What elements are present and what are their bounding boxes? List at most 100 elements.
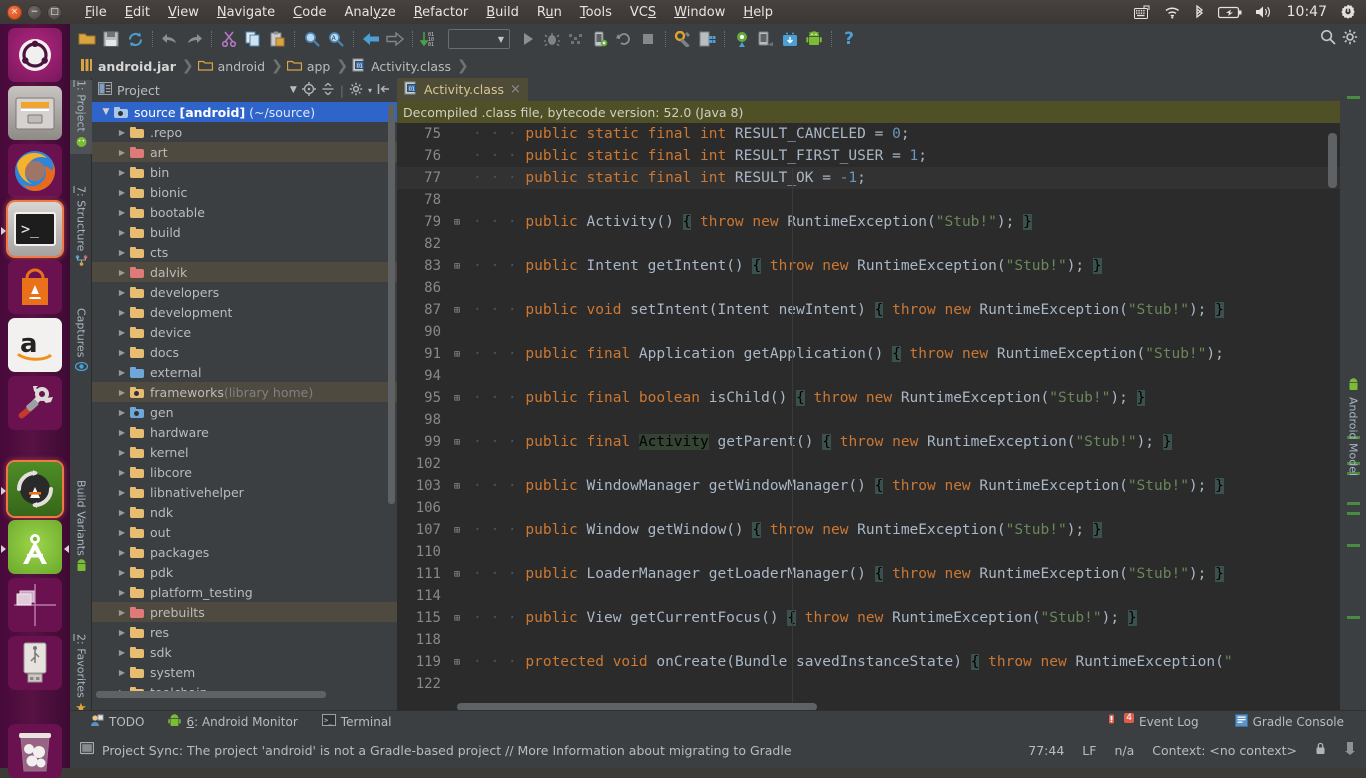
fold-expand-icon[interactable]: ⊞ — [449, 393, 465, 404]
code-line[interactable]: 79 ⊞ · · · public Activity() { throw new R… — [397, 211, 1340, 233]
editor-scrollbar-vertical[interactable] — [1328, 133, 1337, 188]
code-line[interactable]: 107 ⊞ · · · public Window getWindow() { th… — [397, 519, 1340, 541]
breadcrumb-item-android[interactable]: android — [196, 59, 269, 74]
clock[interactable]: 10:47 — [1287, 4, 1327, 20]
code-line[interactable]: 106 — [397, 497, 1340, 519]
memory-indicator-icon[interactable] — [1344, 741, 1356, 759]
keyboard-indicator-icon[interactable] — [1133, 5, 1151, 19]
help-icon[interactable]: ? — [838, 28, 860, 50]
tree-node-out[interactable]: ▶ out — [92, 522, 397, 542]
tree-node-development[interactable]: ▶ development — [92, 302, 397, 322]
settings-gear-icon[interactable] — [349, 82, 363, 99]
chevron-down-icon[interactable]: ▼ — [98, 107, 114, 117]
bluetooth-icon[interactable] — [1194, 4, 1205, 20]
find-replace-icon[interactable]: A — [325, 28, 347, 50]
tree-node-frameworks[interactable]: ▶ frameworks (library home) — [92, 382, 397, 402]
fold-expand-icon[interactable]: ⊞ — [449, 569, 465, 580]
chevron-right-icon[interactable]: ▶ — [114, 408, 130, 417]
tree-node-bootable[interactable]: ▶ bootable — [92, 202, 397, 222]
tab-activity-class[interactable]: 01 Activity.class × — [397, 78, 528, 101]
chevron-right-icon[interactable]: ▶ — [114, 308, 130, 317]
save-all-icon[interactable] — [100, 28, 122, 50]
tool-window-event-log[interactable]: 4 Event Log — [1096, 712, 1208, 730]
context-indicator[interactable]: Context: <no context> — [1152, 743, 1297, 758]
chevron-right-icon[interactable]: ▶ — [114, 548, 130, 557]
tree-node-device[interactable]: ▶ device — [92, 322, 397, 342]
system-settings-icon[interactable] — [8, 376, 62, 430]
chevron-right-icon[interactable]: ▶ — [114, 488, 130, 497]
chevron-right-icon[interactable]: ▶ — [114, 468, 130, 477]
chevron-right-icon[interactable]: ▶ — [114, 248, 130, 257]
cut-icon[interactable] — [218, 28, 240, 50]
window-close-button[interactable]: × — [7, 4, 22, 20]
code-line[interactable]: 90 — [397, 321, 1340, 343]
menu-item-window[interactable]: Window — [665, 3, 734, 22]
avd-manager-icon[interactable] — [696, 28, 718, 50]
chevron-down-icon[interactable]: ▾ — [368, 86, 372, 95]
menu-item-help[interactable]: Help — [734, 3, 782, 22]
code-line[interactable]: 98 — [397, 409, 1340, 431]
code-line[interactable]: 86 — [397, 277, 1340, 299]
gear-power-icon[interactable] — [1340, 4, 1356, 20]
code-line[interactable]: 115 ⊞ · · · public View getCurrentFocus() … — [397, 607, 1340, 629]
menu-item-file[interactable]: File — [76, 3, 116, 22]
tree-node-developers[interactable]: ▶ developers — [92, 282, 397, 302]
chevron-right-icon[interactable]: ▶ — [114, 188, 130, 197]
search-everywhere-icon[interactable] — [1320, 29, 1336, 49]
code-line[interactable]: 95 ⊞ · · · public final boolean isChild() … — [397, 387, 1340, 409]
code-line[interactable]: 94 — [397, 365, 1340, 387]
code-line[interactable]: 99 ⊞ · · · public final Activity getParent… — [397, 431, 1340, 453]
menu-item-navigate[interactable]: Navigate — [208, 3, 284, 22]
line-separator[interactable]: LF — [1082, 743, 1096, 758]
tree-node-gen[interactable]: ▶ gen — [92, 402, 397, 422]
file-encoding[interactable]: n/a — [1114, 743, 1134, 758]
files-icon[interactable] — [8, 86, 62, 140]
tree-node-libnativehelper[interactable]: ▶ libnativehelper — [92, 482, 397, 502]
code-line[interactable]: 76 · · · public static final int RESULT_F… — [397, 145, 1340, 167]
chevron-right-icon[interactable]: ▶ — [114, 368, 130, 377]
sdk-manager-icon[interactable] — [672, 28, 694, 50]
code-line[interactable]: 114 — [397, 585, 1340, 607]
chevron-right-icon[interactable]: ▶ — [114, 568, 130, 577]
tree-node-art[interactable]: ▶ art — [92, 142, 397, 162]
locate-icon[interactable] — [301, 81, 316, 99]
code-line[interactable]: 82 — [397, 233, 1340, 255]
window-minimize-button[interactable]: − — [27, 4, 42, 20]
tree-node-dalvik[interactable]: ▶ dalvik — [92, 262, 397, 282]
chevron-right-icon[interactable]: ▶ — [114, 668, 130, 677]
sort-icon[interactable]: 01 10 01 — [419, 28, 441, 50]
menu-item-view[interactable]: View — [159, 3, 208, 22]
fold-expand-icon[interactable]: ⊞ — [449, 349, 465, 360]
tree-node-packages[interactable]: ▶ packages — [92, 542, 397, 562]
chevron-right-icon[interactable]: ▶ — [114, 288, 130, 297]
code-line[interactable]: 111 ⊞ · · · public LoaderManager getLoader… — [397, 563, 1340, 585]
menu-item-vcs[interactable]: VCS — [621, 3, 665, 22]
chevron-right-icon[interactable]: ▶ — [114, 648, 130, 657]
fold-expand-icon[interactable]: ⊞ — [449, 437, 465, 448]
ubuntu-software-icon[interactable] — [8, 260, 62, 314]
firefox-icon[interactable] — [8, 144, 62, 198]
hide-panel-icon[interactable] — [377, 82, 391, 99]
code-line[interactable]: 118 — [397, 629, 1340, 651]
battery-icon[interactable] — [1217, 6, 1242, 19]
project-tree[interactable]: ▼ source [android] (~/source) ▶ .repo ▶ art ▶ b… — [92, 102, 397, 700]
fold-expand-icon[interactable]: ⊞ — [449, 525, 465, 536]
trash-icon[interactable] — [8, 724, 62, 778]
tree-node-prebuilts[interactable]: ▶ prebuilts — [92, 602, 397, 622]
settings-gear-icon[interactable] — [1342, 29, 1358, 49]
sidebar-item-build-variants[interactable]: Build Variants — [70, 480, 92, 592]
paste-icon[interactable] — [266, 28, 288, 50]
chevron-right-icon[interactable]: ▶ — [114, 268, 130, 277]
code-line[interactable]: 119 ⊞ · · · protected void onCreate(Bundle… — [397, 651, 1340, 673]
amazon-icon[interactable]: a — [8, 318, 62, 372]
back-icon[interactable] — [360, 28, 382, 50]
usb-device-icon[interactable] — [8, 636, 62, 690]
window-maximize-button[interactable]: □ — [47, 4, 62, 20]
chevron-right-icon[interactable]: ▶ — [114, 348, 130, 357]
fold-expand-icon[interactable]: ⊞ — [449, 613, 465, 624]
tree-node-libcore[interactable]: ▶ libcore — [92, 462, 397, 482]
chevron-right-icon[interactable]: ▶ — [114, 528, 130, 537]
sidebar-item-captures[interactable]: Captures — [70, 308, 92, 384]
tree-node-docs[interactable]: ▶ docs — [92, 342, 397, 362]
tool-window-terminal[interactable]: >_ Terminal — [312, 714, 402, 729]
